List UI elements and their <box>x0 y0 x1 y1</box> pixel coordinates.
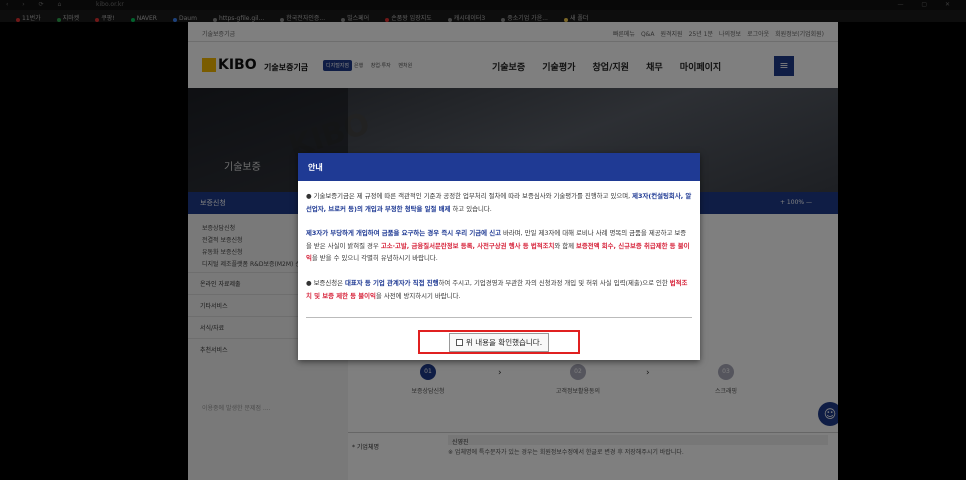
modal-paragraph-2: 제3자가 부당하게 개입하여 금품을 요구하는 경우 즉시 우리 기금에 신고 … <box>306 229 690 263</box>
confirm-label: 위 내용을 확인했습니다. <box>465 337 543 347</box>
confirm-inner: 위 내용을 확인했습니다. <box>448 332 550 352</box>
modal-title: 안내 <box>298 153 700 181</box>
modal-paragraph-1: ● 기술보증기금은 제 규정에 따른 객관적인 기준과 공정한 업무처리 절차에… <box>306 192 692 213</box>
checkbox-icon[interactable] <box>455 338 463 346</box>
modal-body: ● 기술보증기금은 제 규정에 따른 객관적인 기준과 공정한 업무처리 절차에… <box>306 190 692 314</box>
modal-divider <box>306 317 692 318</box>
notice-modal: 안내 ● 기술보증기금은 제 규정에 따른 객관적인 기준과 공정한 업무처리 … <box>298 153 700 360</box>
confirm-checkbox-button[interactable]: 위 내용을 확인했습니다. <box>418 330 580 354</box>
modal-paragraph-3: ● 보증신청은 대표자 등 기업 관계자가 직접 진행하여 주시고, 기업경영과… <box>306 278 688 300</box>
